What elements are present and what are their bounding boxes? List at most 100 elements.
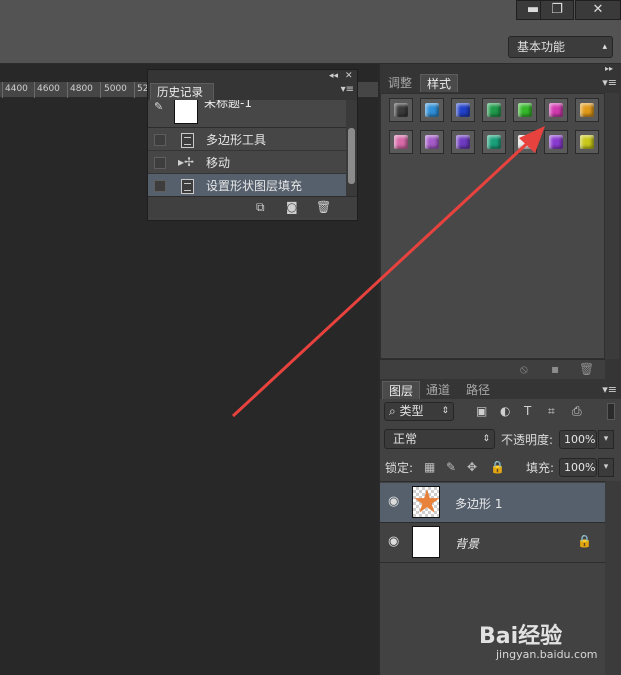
- style-swatch[interactable]: [513, 98, 537, 122]
- layer-filter-select[interactable]: ⌕ 类型 ⇕: [384, 402, 454, 421]
- tab-styles[interactable]: 样式: [420, 74, 459, 92]
- history-source-checkbox[interactable]: [154, 134, 166, 146]
- tab-history[interactable]: 历史记录: [150, 83, 214, 101]
- layer-row[interactable]: ◉ 背景 🔒: [380, 523, 605, 563]
- blend-mode-select[interactable]: 正常 ⇕: [384, 429, 495, 449]
- style-swatch[interactable]: [482, 130, 506, 154]
- camera-icon[interactable]: ◙: [286, 200, 298, 214]
- style-swatch[interactable]: [420, 130, 444, 154]
- eye-icon[interactable]: ◉: [388, 534, 399, 549]
- style-swatch[interactable]: [451, 98, 475, 122]
- close-window-button[interactable]: ✕: [575, 0, 621, 20]
- filter-kind-label: 类型: [399, 404, 424, 418]
- lock-image-icon[interactable]: ✎: [446, 460, 456, 474]
- layer-thumbnail: [412, 526, 440, 558]
- lock-transparent-icon[interactable]: ▦: [424, 460, 435, 474]
- expand-dock-icon[interactable]: ▸▸: [605, 64, 613, 73]
- workspace-select[interactable]: 基本功能 ▴▾: [508, 36, 613, 72]
- document-icon: [181, 179, 194, 194]
- history-item-selected[interactable]: 设置形状图层填充: [148, 174, 346, 197]
- tab-paths[interactable]: 路径: [460, 381, 496, 399]
- trash-icon[interactable]: 🗑: [579, 362, 594, 376]
- search-icon: ⌕: [389, 404, 400, 418]
- history-item-label: 移动: [206, 156, 231, 170]
- collapse-panel-icon[interactable]: ◂◂: [329, 70, 338, 83]
- layer-name[interactable]: 多边形 1: [455, 495, 502, 512]
- styles-scrollbar[interactable]: [605, 93, 619, 359]
- style-swatch[interactable]: [513, 130, 537, 154]
- watermark-brand: Bai经验: [479, 624, 563, 649]
- opacity-value: 100%: [564, 433, 596, 446]
- type-layer-filter-icon[interactable]: T: [524, 404, 531, 418]
- adjustment-layer-filter-icon[interactable]: ◐: [500, 404, 510, 418]
- tab-label: 样式: [427, 77, 452, 91]
- history-footer: ⧉ ◙ 🗑: [148, 196, 357, 218]
- watermark-url: jingyan.baidu.com: [496, 648, 598, 661]
- panel-menu-icon[interactable]: ▾≡: [341, 84, 354, 95]
- shape-layer-filter-icon[interactable]: ⌗: [548, 404, 555, 419]
- panel-header-bar: ◂◂ ✕: [148, 70, 357, 83]
- eye-icon[interactable]: ◉: [388, 494, 399, 509]
- chevron-down-icon: ▾: [603, 462, 609, 472]
- chevron-down-icon: ▾: [603, 434, 609, 444]
- layers-tab-row: 图层 通道 路径 ▾≡: [380, 381, 621, 399]
- history-tab-row: 历史记录 ▾≡: [148, 83, 357, 101]
- clear-style-icon[interactable]: ⦸: [520, 362, 528, 377]
- history-source-checkbox[interactable]: [154, 180, 166, 192]
- style-swatch[interactable]: [451, 130, 475, 154]
- panel-menu-icon[interactable]: ▾≡: [602, 383, 617, 396]
- history-item[interactable]: 多边形工具: [148, 128, 346, 151]
- history-source-checkbox[interactable]: [154, 157, 166, 169]
- tab-layers[interactable]: 图层: [382, 381, 421, 399]
- fill-dropdown-button[interactable]: ▾: [598, 458, 614, 477]
- styles-footer: ⦸ ▪ 🗑: [380, 359, 605, 379]
- pixel-layer-filter-icon[interactable]: ▣: [476, 404, 487, 418]
- style-swatch[interactable]: [420, 98, 444, 122]
- restore-button[interactable]: ❐: [540, 0, 574, 20]
- style-swatch[interactable]: [544, 130, 568, 154]
- close-panel-icon[interactable]: ✕: [345, 70, 353, 83]
- style-swatch[interactable]: [482, 98, 506, 122]
- tab-channels[interactable]: 通道: [420, 381, 456, 399]
- smart-object-filter-icon[interactable]: ⎙: [572, 404, 582, 419]
- history-panel: ◂◂ ✕ 历史记录 ▾≡ ✎ 未标题-1 多边形工具 ▸✢ 移动 设置形状图层填…: [147, 69, 358, 221]
- panel-menu-icon[interactable]: ▾≡: [602, 76, 617, 89]
- style-swatch[interactable]: [389, 98, 413, 122]
- minimize-icon: ▬: [526, 2, 540, 17]
- workspace-label: 基本功能: [517, 40, 566, 54]
- move-icon: ▸✢: [178, 155, 195, 169]
- ruler-tick: 4600: [37, 84, 60, 94]
- opacity-input[interactable]: 100%: [559, 430, 597, 449]
- tab-label: 通道: [426, 383, 451, 397]
- fill-value: 100%: [564, 461, 596, 474]
- history-scroll-thumb[interactable]: [348, 128, 355, 184]
- tab-label: 调整: [388, 76, 413, 90]
- style-swatch[interactable]: [575, 130, 599, 154]
- fill-input[interactable]: 100%: [559, 458, 597, 477]
- trash-icon[interactable]: 🗑: [316, 200, 331, 214]
- opacity-dropdown-button[interactable]: ▾: [598, 430, 614, 449]
- lock-all-icon[interactable]: 🔒: [490, 460, 505, 474]
- styles-tab-row: 调整 样式 ▾≡: [380, 74, 621, 92]
- layer-row-selected[interactable]: ◉ 多边形 1: [380, 483, 605, 523]
- new-document-from-state-icon[interactable]: ⧉: [256, 200, 265, 215]
- opacity-label: 不透明度:: [501, 433, 554, 447]
- document-icon: [181, 133, 194, 148]
- lock-position-icon[interactable]: ✥: [467, 460, 477, 474]
- style-swatch[interactable]: [389, 130, 413, 154]
- layer-name[interactable]: 背景: [455, 535, 479, 552]
- filter-toggle-switch[interactable]: [607, 403, 615, 420]
- new-style-icon[interactable]: ▪: [551, 362, 559, 376]
- tab-label: 图层: [389, 384, 414, 398]
- tab-adjustments[interactable]: 调整: [382, 74, 418, 92]
- history-snapshot[interactable]: ✎ 未标题-1: [148, 100, 346, 128]
- history-item[interactable]: ▸✢ 移动: [148, 151, 346, 174]
- style-swatch[interactable]: [575, 98, 599, 122]
- ruler-tick: 4400: [5, 84, 28, 94]
- history-brush-icon[interactable]: ✎: [154, 100, 163, 113]
- close-icon: ✕: [592, 2, 604, 17]
- style-swatch[interactable]: [544, 98, 568, 122]
- blend-mode-label: 正常: [393, 432, 418, 446]
- lock-label: 锁定:: [385, 461, 414, 475]
- baidu-jingyan-watermark: Bai经验 jingyan.baidu.com: [474, 606, 614, 666]
